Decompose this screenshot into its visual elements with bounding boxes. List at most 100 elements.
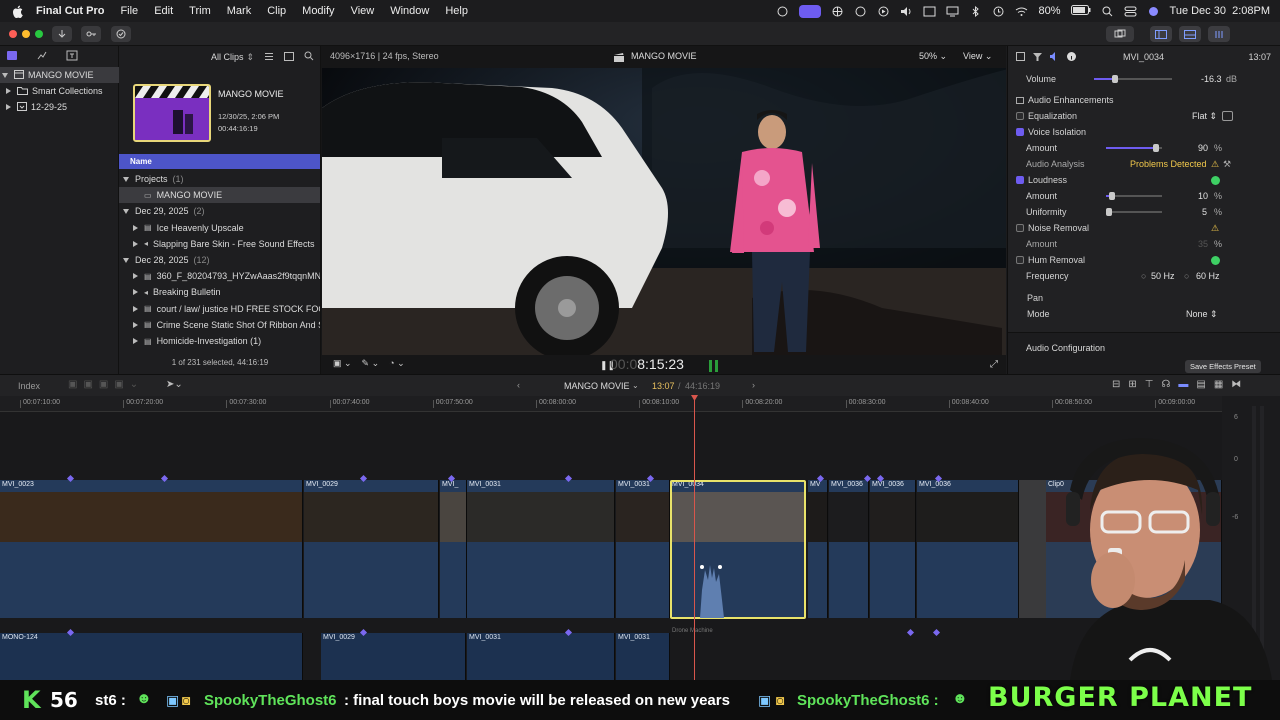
- search-icon[interactable]: [304, 51, 314, 63]
- siri-icon[interactable]: [1147, 6, 1160, 17]
- edit-buttons[interactable]: ▣▣▣▣⌄: [68, 379, 144, 390]
- connected-clip[interactable]: MVI_0031: [467, 633, 615, 680]
- libraries-tab-icon[interactable]: [6, 50, 18, 64]
- chevron-down-icon[interactable]: ⌄: [632, 381, 639, 390]
- browser-clip-row[interactable]: ▤ court / law/ justice HD FREE STOCK FOO: [119, 301, 320, 317]
- close-window-button[interactable]: [9, 30, 17, 38]
- timeline-toggle-button[interactable]: [1179, 26, 1201, 42]
- menu-modify[interactable]: Modify: [294, 5, 342, 17]
- control-center-icon[interactable]: [1124, 6, 1137, 17]
- disclosure-icon[interactable]: [123, 257, 129, 263]
- skimming-icon[interactable]: ⊤: [1145, 379, 1154, 390]
- chevron-updown-icon[interactable]: ⇕: [247, 52, 255, 63]
- loudness-checkbox[interactable]: [1016, 176, 1024, 184]
- browser-clip-row[interactable]: ▤ Homicide-Investigation (1): [119, 333, 320, 349]
- browser-clip-row[interactable]: ▤ Crime Scene Static Shot Of Ribbon And S: [119, 317, 320, 333]
- transform-icon[interactable]: ▣ ⌄: [333, 358, 352, 369]
- project-thumbnail[interactable]: [133, 84, 211, 142]
- frequency-option-60[interactable]: 60 Hz: [1196, 271, 1220, 281]
- zoom-dropdown[interactable]: 50% ⌄: [919, 51, 947, 62]
- magic-wand-icon[interactable]: ⚒: [1223, 159, 1231, 170]
- timeline-project-name[interactable]: MANGO MOVIE: [564, 381, 630, 391]
- menu-window[interactable]: Window: [382, 5, 437, 17]
- display-icon[interactable]: [946, 6, 959, 17]
- loudness-amount-value[interactable]: 10: [1198, 191, 1208, 201]
- browser-group-row[interactable]: Dec 28, 2025 (12): [119, 252, 320, 268]
- pan-header[interactable]: Pan: [1008, 290, 1280, 306]
- bluetooth-icon[interactable]: [969, 5, 982, 17]
- loudness-amount-slider[interactable]: [1106, 192, 1162, 200]
- spotlight-icon[interactable]: [1101, 6, 1114, 17]
- screen-share-icon[interactable]: [799, 4, 822, 18]
- play-icon[interactable]: [877, 6, 890, 17]
- grid-icon[interactable]: [831, 6, 844, 17]
- timeline-ruler[interactable]: 00:07:10:00 00:07:20:00 00:07:30:00 00:07:4…: [0, 396, 1222, 412]
- filmstrip-view-icon[interactable]: [264, 52, 274, 63]
- radio-icon[interactable]: ○: [1141, 271, 1146, 281]
- eq-graph-icon[interactable]: [1222, 111, 1233, 121]
- smart-collections-row[interactable]: Smart Collections: [0, 83, 103, 99]
- snapping-icon[interactable]: ▬: [1178, 379, 1188, 390]
- timeline-clip[interactable]: MVI_0029: [304, 480, 439, 618]
- share-button[interactable]: [1106, 26, 1134, 42]
- screenshot-icon[interactable]: [923, 6, 936, 17]
- timeline-clip[interactable]: MVI_0036: [870, 480, 916, 618]
- creative-cloud-icon[interactable]: [776, 6, 789, 17]
- menu-clip[interactable]: Clip: [259, 5, 294, 17]
- list-view-icon[interactable]: [284, 51, 295, 63]
- forward-icon[interactable]: ›: [752, 380, 755, 390]
- back-icon[interactable]: ‹: [517, 380, 520, 390]
- hum-removal-checkbox[interactable]: [1016, 256, 1024, 264]
- film-tab-icon[interactable]: [1016, 51, 1025, 63]
- disclosure-icon[interactable]: [133, 273, 138, 280]
- clip-marker[interactable]: [906, 628, 915, 637]
- enhance-icon[interactable]: ✎ ⌄: [362, 358, 380, 369]
- photos-audio-tab-icon[interactable]: [36, 50, 48, 64]
- pan-mode-dropdown[interactable]: None ⇕: [1186, 309, 1218, 320]
- info-tab-icon[interactable]: [1067, 51, 1076, 63]
- import-button[interactable]: [52, 26, 72, 42]
- menu-mark[interactable]: Mark: [219, 5, 259, 17]
- equalization-dropdown[interactable]: Flat ⇕: [1192, 111, 1217, 122]
- volume-value[interactable]: -16.3: [1201, 74, 1222, 84]
- disclosure-icon[interactable]: [133, 224, 138, 231]
- disclosure-icon[interactable]: [123, 176, 129, 182]
- zoom-out-icon[interactable]: ⊟: [1112, 379, 1120, 390]
- browser-clip-row[interactable]: ▤ Ice Heavenly Upscale: [119, 220, 320, 236]
- menu-help[interactable]: Help: [437, 5, 476, 17]
- minimize-window-button[interactable]: [22, 30, 30, 38]
- timeline-clip[interactable]: MVI_: [440, 480, 467, 618]
- name-column-header[interactable]: Name: [119, 154, 320, 169]
- clock-icon[interactable]: [992, 6, 1005, 17]
- index-button[interactable]: Index: [18, 381, 40, 391]
- fullscreen-icon[interactable]: ⤢: [990, 359, 998, 370]
- disclosure-icon[interactable]: [2, 72, 8, 78]
- battery-icon[interactable]: [1070, 4, 1091, 18]
- disclosure-icon[interactable]: [133, 321, 138, 328]
- headphones-icon[interactable]: ☊: [1162, 379, 1171, 390]
- clip-appearance-icon[interactable]: ▤: [1196, 379, 1205, 390]
- audio-configuration-label[interactable]: Audio Configuration: [1026, 343, 1105, 353]
- voice-isolation-value[interactable]: 90: [1198, 143, 1208, 153]
- zoom-window-button[interactable]: [35, 30, 43, 38]
- volume-icon[interactable]: [900, 6, 913, 17]
- video-frame[interactable]: [322, 68, 1006, 355]
- select-tool-icon[interactable]: ➤⌄: [166, 379, 183, 390]
- timeline-clip[interactable]: MVI_0036: [917, 480, 1019, 618]
- menu-app-name[interactable]: Final Cut Pro: [32, 5, 112, 17]
- menu-view[interactable]: View: [343, 5, 383, 17]
- equalization-checkbox[interactable]: [1016, 112, 1024, 120]
- inspector-toggle-button[interactable]: [1208, 26, 1230, 42]
- keywords-button[interactable]: [81, 26, 101, 42]
- timeline-clip[interactable]: MVI_0023: [0, 480, 303, 618]
- transitions-browser-icon[interactable]: ⧓: [1231, 379, 1241, 390]
- effects-browser-icon[interactable]: ▦: [1214, 379, 1223, 390]
- background-tasks-button[interactable]: [111, 26, 131, 42]
- browser-clip-row[interactable]: ◂ Slapping Bare Skin - Free Sound Effects: [119, 236, 320, 252]
- timeline-clip[interactable]: MVI_0031: [467, 480, 615, 618]
- clip-filter-dropdown[interactable]: All Clips: [211, 52, 244, 62]
- frequency-option-50[interactable]: 50 Hz: [1151, 271, 1175, 281]
- browser-toggle-button[interactable]: [1150, 26, 1172, 42]
- menu-clock[interactable]: Tue Dec 30 2:08PM: [1170, 5, 1270, 17]
- playhead[interactable]: [694, 396, 695, 680]
